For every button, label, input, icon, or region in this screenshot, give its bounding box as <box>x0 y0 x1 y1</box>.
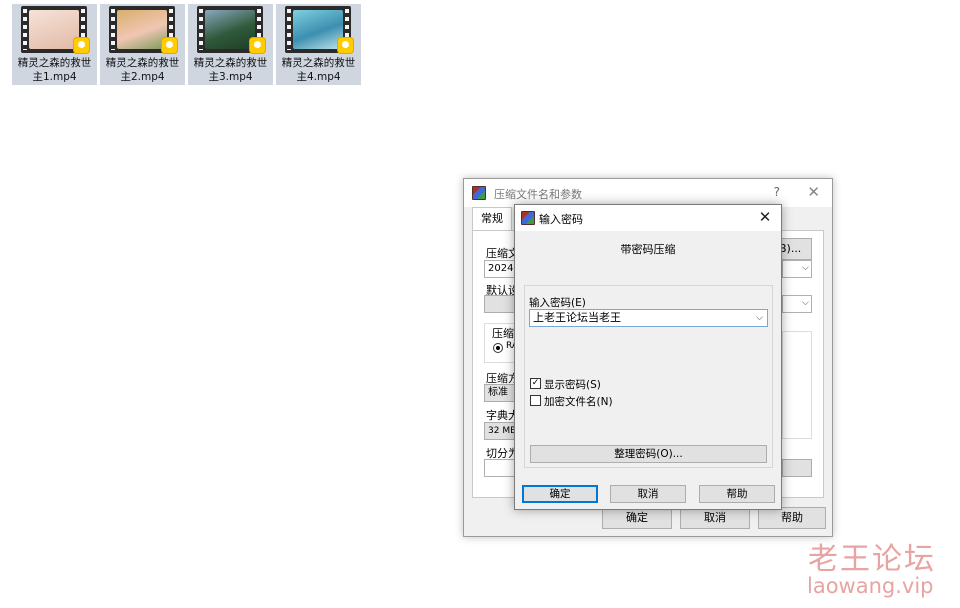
close-icon[interactable]: ✕ <box>755 207 775 227</box>
watermark-title: 老王论坛 <box>808 542 936 577</box>
cancel-button[interactable]: 取消 <box>610 485 686 503</box>
profile-button[interactable] <box>484 295 516 313</box>
file-tile[interactable]: 精灵之森的救世主4.mp4 <box>276 4 361 85</box>
dictionary-combo[interactable]: 32 MB <box>484 422 516 440</box>
options-group <box>782 331 812 439</box>
file-name: 精灵之森的救世主2.mp4 <box>105 57 180 83</box>
file-name: 精灵之森的救世主1.mp4 <box>17 57 92 83</box>
help-button[interactable]: 帮助 <box>699 485 775 503</box>
password-label: 输入密码(E) <box>529 297 586 309</box>
format-group-label: 压缩 <box>492 327 514 340</box>
help-button[interactable]: 帮助 <box>758 507 826 529</box>
file-name: 精灵之森的救世主4.mp4 <box>281 57 356 83</box>
ok-button[interactable]: 确定 <box>522 485 598 503</box>
file-tile[interactable]: 精灵之森的救世主1.mp4 <box>12 4 97 85</box>
help-icon[interactable]: ? <box>774 185 780 199</box>
chevron-down-icon: ⌵ <box>802 263 809 273</box>
split-combo[interactable] <box>484 459 516 477</box>
format-rar-radio[interactable] <box>493 343 503 353</box>
show-password-checkbox[interactable]: ✓ <box>530 378 541 389</box>
player-icon <box>74 38 89 53</box>
ok-button[interactable]: 确定 <box>602 507 672 529</box>
file-name: 精灵之森的救世主3.mp4 <box>193 57 268 83</box>
file-tile[interactable]: 精灵之森的救世主3.mp4 <box>188 4 273 85</box>
winrar-icon <box>472 186 486 200</box>
method-combo[interactable]: 标准 <box>484 384 516 402</box>
player-icon <box>338 38 353 53</box>
cancel-button[interactable]: 取消 <box>680 507 750 529</box>
tab-general[interactable]: 常规 <box>472 207 512 231</box>
password-value: 上老王论坛当老王 <box>533 311 621 324</box>
dialog-title: 输入密码 <box>539 213 583 226</box>
password-dialog: 输入密码 ✕ 带密码压缩 输入密码(E) 上老王论坛当老王 ⌵ ✓ 显示密码(S… <box>514 204 782 510</box>
organize-passwords-button[interactable]: 整理密码(O)... <box>530 445 767 463</box>
close-icon[interactable]: ✕ <box>807 183 820 201</box>
title-bar: 输入密码 ✕ <box>515 205 781 231</box>
chevron-down-icon[interactable]: ⌵ <box>756 311 763 325</box>
title-bar: 压缩文件名和参数 ? ✕ <box>464 179 832 207</box>
dialog-title: 压缩文件名和参数 <box>494 188 582 201</box>
password-input[interactable]: 上老王论坛当老王 ⌵ <box>529 309 768 327</box>
watermark-url: laowang.vip <box>807 574 934 598</box>
file-tile[interactable]: 精灵之森的救世主2.mp4 <box>100 4 185 85</box>
chevron-down-icon: ⌵ <box>802 298 809 308</box>
set-password-button[interactable] <box>782 459 812 477</box>
encrypt-names-label: 加密文件名(N) <box>544 396 613 408</box>
show-password-label: 显示密码(S) <box>544 379 601 391</box>
player-icon <box>250 38 265 53</box>
archive-name-field[interactable]: 202428 <box>484 260 516 278</box>
encrypt-names-checkbox[interactable] <box>530 395 541 406</box>
dialog-heading: 带密码压缩 <box>620 243 676 256</box>
winrar-icon <box>521 211 535 225</box>
player-icon <box>162 38 177 53</box>
